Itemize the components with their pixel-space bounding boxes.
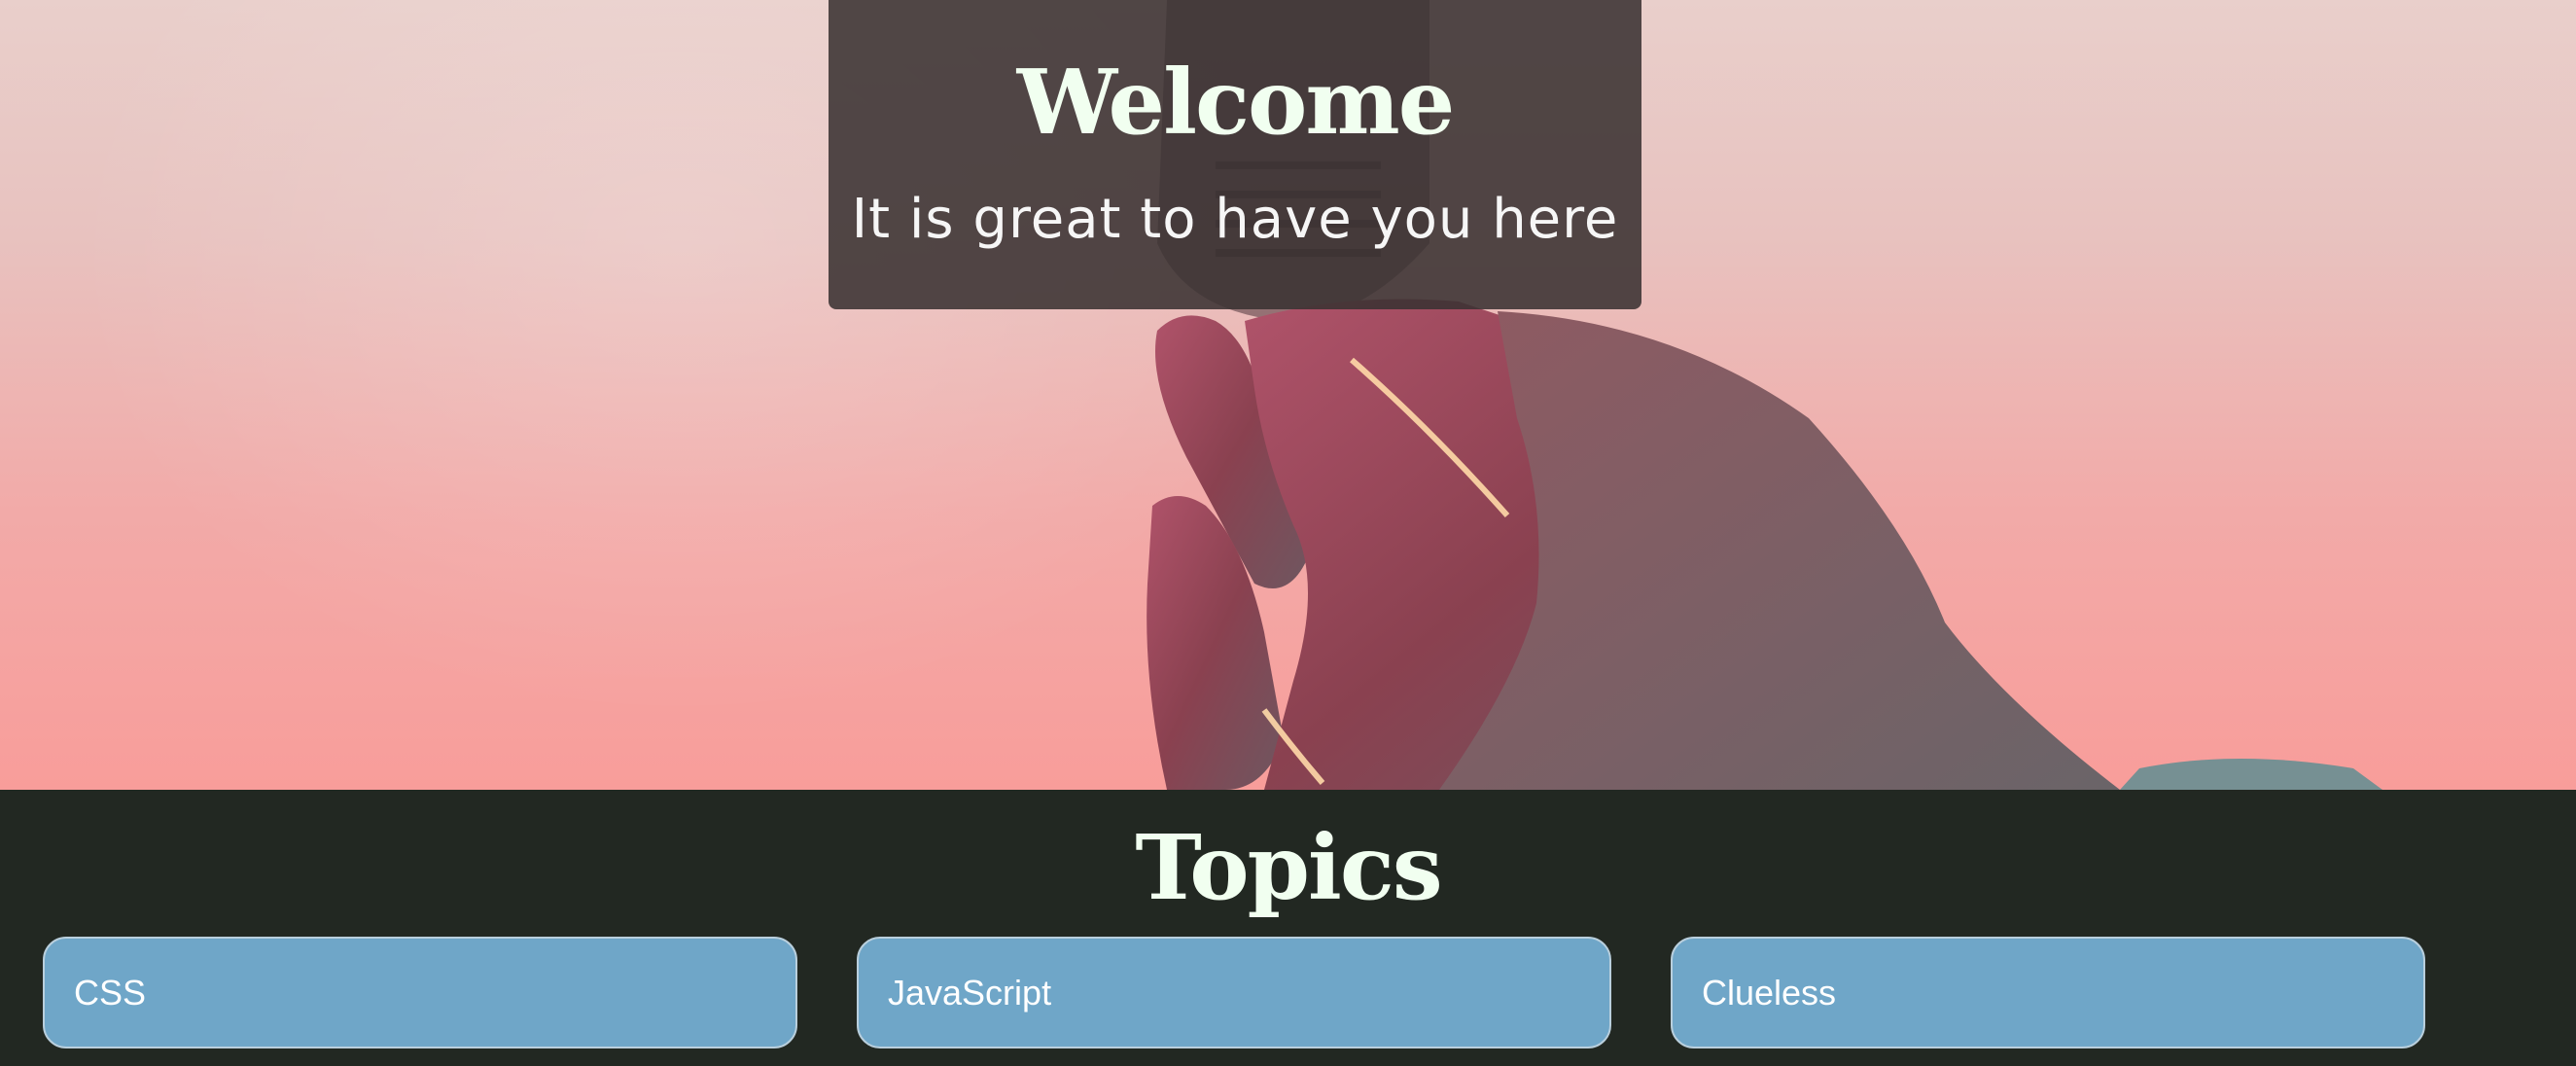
topic-card-javascript[interactable]: JavaScript	[857, 937, 1611, 1048]
topic-card-label: Clueless	[1702, 973, 1837, 1013]
topic-card-label: JavaScript	[888, 973, 1052, 1013]
welcome-banner: Welcome It is great to have you here	[829, 0, 1641, 309]
welcome-title: Welcome	[1016, 50, 1456, 155]
welcome-subtitle: It is great to have you here	[851, 188, 1619, 251]
topics-title: Topics	[1135, 815, 1442, 920]
topic-card-css[interactable]: CSS	[43, 937, 797, 1048]
hero-section: Welcome It is great to have you here	[0, 0, 2576, 790]
topics-section: Topics CSS JavaScript Clueless	[0, 790, 2576, 1066]
topic-card-clueless[interactable]: Clueless	[1671, 937, 2425, 1048]
topic-card-label: CSS	[74, 973, 147, 1013]
